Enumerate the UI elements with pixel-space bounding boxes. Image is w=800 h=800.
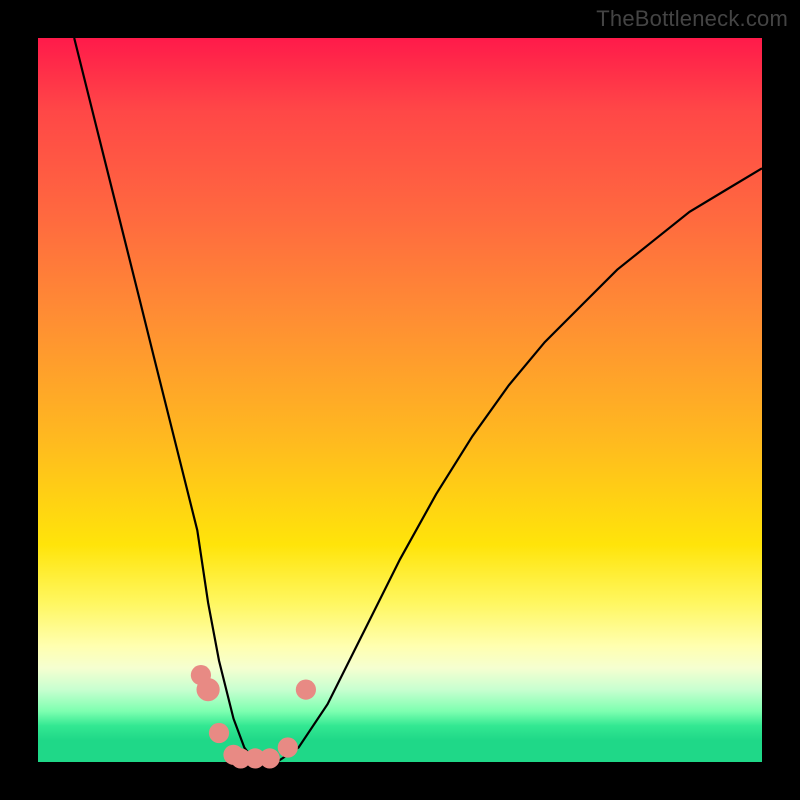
chart-frame: TheBottleneck.com — [0, 0, 800, 800]
plot-area — [38, 38, 762, 762]
curve-marker — [296, 680, 316, 700]
curve-marker — [197, 678, 220, 701]
bottleneck-curve — [74, 38, 762, 762]
curve-marker — [278, 737, 298, 757]
watermark-text: TheBottleneck.com — [596, 6, 788, 32]
curve-marker — [209, 723, 229, 743]
curve-markers — [191, 665, 316, 769]
chart-svg — [38, 38, 762, 762]
curve-marker — [260, 748, 280, 768]
